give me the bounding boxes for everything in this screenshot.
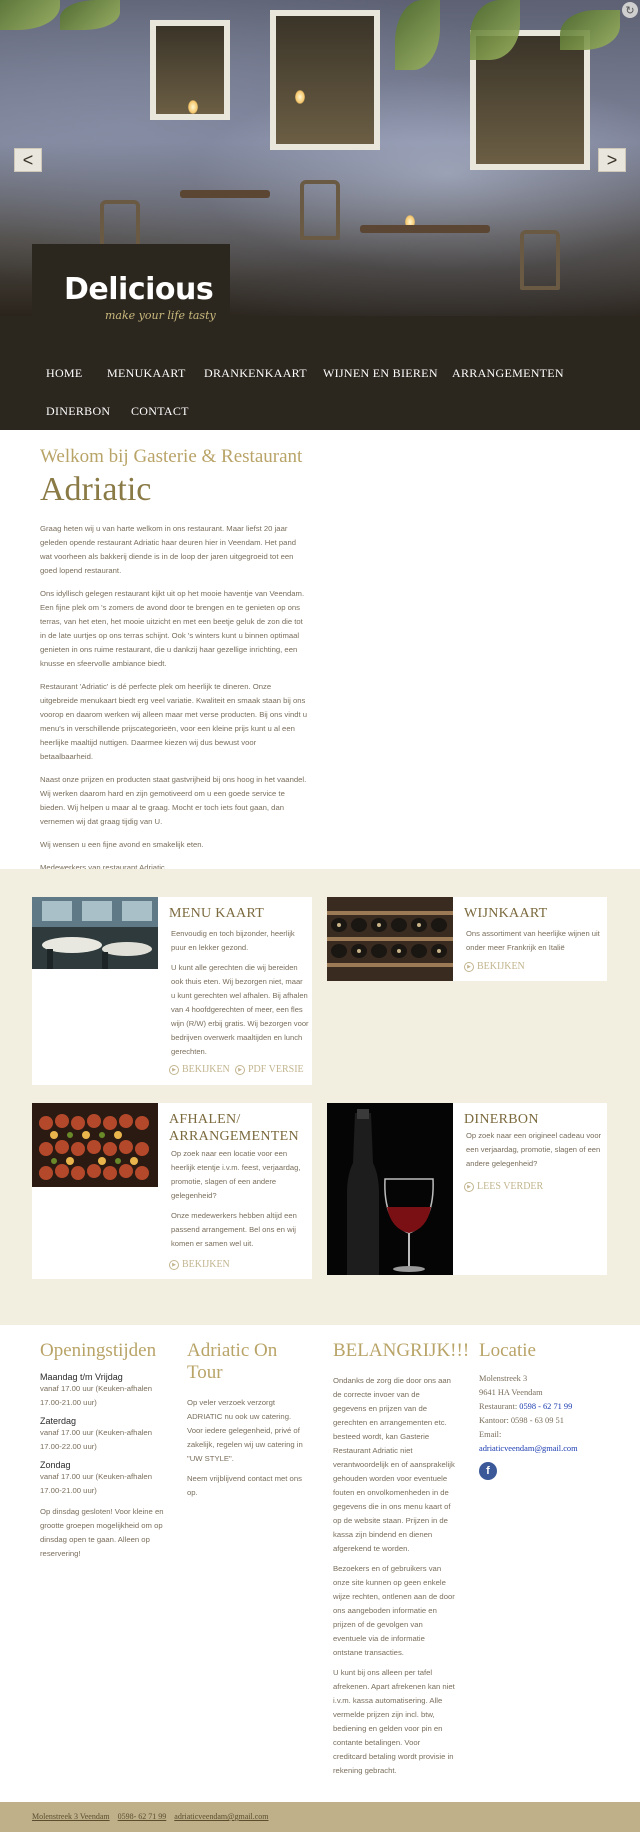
opening-day: Maandag t/m Vrijdag xyxy=(40,1372,123,1382)
opening-time: vanaf 17.00 uur (Keuken-afhalen 17.00-21… xyxy=(40,1472,152,1495)
on-tour-text: Neem vrijblijvend contact met ons op. xyxy=(187,1474,302,1497)
welcome-paragraph: Ons idyllisch gelegen restaurant kijkt u… xyxy=(40,589,305,668)
restaurant-interior-image xyxy=(32,897,158,969)
opening-day: Zondag xyxy=(40,1460,71,1470)
location-section: Locatie Molenstreek 3 9641 HA Veendam Re… xyxy=(479,1340,609,1480)
slider-prev-button[interactable]: < xyxy=(14,148,42,172)
card-title: WIJNKAART xyxy=(464,906,548,921)
logo[interactable]: Delicious make your life tasty xyxy=(32,244,230,354)
nav-item-menukaart[interactable]: MENUKAART xyxy=(107,366,186,381)
nav-item-drankenkaart[interactable]: DRANKENKAART xyxy=(204,366,307,381)
opening-hours-section: Openingstijden Maandag t/m Vrijdag vanaf… xyxy=(40,1340,166,1561)
email-label: Email: xyxy=(479,1430,502,1439)
nav-item-dinerbon[interactable]: DINERBON xyxy=(46,404,110,419)
chevron-right-icon: > xyxy=(606,149,618,170)
refresh-icon[interactable]: ↻ xyxy=(622,2,638,18)
read-more-link[interactable]: ▶ LEES VERDER xyxy=(464,1181,543,1192)
card-afhalen-arrangementen: AFHALEN/ ARRANGEMENTEN Op zoek naar een … xyxy=(32,1103,312,1279)
location-city: 9641 HA Veendam xyxy=(479,1388,543,1397)
play-icon: ▶ xyxy=(235,1064,245,1075)
location-title: Locatie xyxy=(479,1340,536,1361)
play-icon: ▶ xyxy=(169,1259,179,1270)
welcome-paragraph: Naast onze prijzen en producten staat ga… xyxy=(40,775,307,826)
card-title: AFHALEN/ ARRANGEMENTEN xyxy=(169,1112,299,1144)
facebook-icon[interactable]: f xyxy=(479,1462,497,1480)
view-menu-link[interactable]: ▶ BEKIJKEN xyxy=(169,1064,230,1075)
important-text: U kunt bij ons alleen per tafel afrekene… xyxy=(333,1668,455,1775)
wine-glass-image xyxy=(327,1103,453,1275)
important-text: Ondanks de zorg die door ons aan de corr… xyxy=(333,1376,455,1553)
email-link[interactable]: adriaticveendam@gmail.com xyxy=(479,1444,578,1453)
nav-item-contact[interactable]: CONTACT xyxy=(131,404,189,419)
opening-time: vanaf 17.00 uur (Keuken-afhalen 17.00-22… xyxy=(40,1428,152,1451)
nav-item-wijnen-en-bieren[interactable]: WIJNEN EN BIEREN xyxy=(323,366,438,381)
card-title: MENU KAART xyxy=(169,906,265,921)
skewers-image xyxy=(32,1103,158,1187)
location-street: Molenstreek 3 xyxy=(479,1374,528,1383)
welcome-paragraph: Restaurant 'Adriatic' is dé perfecte ple… xyxy=(40,682,308,761)
card-menu-kaart: MENU KAART Eenvoudig en toch bijzonder, … xyxy=(32,897,312,1085)
card-title: DINERBON xyxy=(464,1112,539,1127)
play-icon: ▶ xyxy=(169,1064,179,1075)
welcome-paragraph: Wij wensen u een fijne avond en smakelij… xyxy=(40,840,204,849)
card-description: Op zoek naar een locatie voor een heerli… xyxy=(171,1149,301,1200)
welcome-subtitle: Welkom bij Gasterie & Restaurant xyxy=(40,446,303,467)
opening-hours-title: Openingstijden xyxy=(40,1340,157,1361)
pdf-version-link[interactable]: ▶ PDF VERSIE xyxy=(235,1064,304,1075)
card-wijnkaart: WIJNKAART Ons assortiment van heerlijke … xyxy=(327,897,607,981)
logo-tagline: make your life tasty xyxy=(105,309,216,322)
important-title: BELANGRIJK!!! xyxy=(333,1340,470,1361)
card-description: U kunt alle gerechten die wij bereiden o… xyxy=(171,963,309,1056)
footer-email-link[interactable]: adriaticveendam@gmail.com xyxy=(174,1812,268,1821)
card-description: Ons assortiment van heerlijke wijnen uit… xyxy=(466,929,600,952)
on-tour-section: Adriatic On Tour Op veler verzoek verzor… xyxy=(187,1340,305,1500)
important-text: Bezoekers en of gebruikers van onze site… xyxy=(333,1564,455,1657)
welcome-section: Welkom bij Gasterie & Restaurant Adriati… xyxy=(40,430,310,875)
opening-time: vanaf 17.00 uur (Keuken-afhalen 17.00-21… xyxy=(40,1384,152,1407)
closed-note: Op dinsdag gesloten! Voor kleine en groo… xyxy=(40,1507,164,1558)
card-dinerbon: DINERBON Op zoek naar een origineel cade… xyxy=(327,1103,607,1275)
on-tour-title: Adriatic On Tour xyxy=(187,1340,278,1383)
footer: Molenstreek 3 Veendam 0598- 62 71 99 adr… xyxy=(0,1802,640,1832)
important-section: BELANGRIJK!!! Ondanks de zorg die door o… xyxy=(333,1340,470,1778)
chevron-left-icon: < xyxy=(22,149,34,170)
opening-day: Zaterdag xyxy=(40,1416,77,1426)
nav-item-home[interactable]: HOME xyxy=(46,366,83,381)
card-description: Op zoek naar een origineel cadeau voor e… xyxy=(466,1131,602,1168)
card-description: Onze medewerkers hebben altijd een passe… xyxy=(171,1211,297,1248)
restaurant-phone-link[interactable]: 0598 - 62 71 99 xyxy=(519,1402,572,1411)
office-phone: Kantoor: 0598 - 63 09 51 xyxy=(479,1416,564,1425)
slider-next-button[interactable]: > xyxy=(598,148,626,172)
welcome-paragraph: Graag heten wij u van harte welkom in on… xyxy=(40,524,297,575)
welcome-title: Adriatic xyxy=(40,471,152,508)
on-tour-text: Op veler verzoek verzorgt ADRIATIC nu oo… xyxy=(187,1398,303,1463)
view-arrangements-link[interactable]: ▶ BEKIJKEN xyxy=(169,1259,230,1270)
nav-item-arrangementen[interactable]: ARRANGEMENTEN xyxy=(452,366,564,381)
logo-name: Delicious xyxy=(64,272,214,307)
wine-bottles-image xyxy=(327,897,453,981)
footer-address-link[interactable]: Molenstreek 3 Veendam xyxy=(32,1812,110,1821)
card-description: Eenvoudig en toch bijzonder, heerlijk pu… xyxy=(171,929,295,952)
footer-phone-link[interactable]: 0598- 62 71 99 xyxy=(118,1812,167,1821)
play-icon: ▶ xyxy=(464,1181,474,1192)
play-icon: ▶ xyxy=(464,961,474,972)
restaurant-phone-line: Restaurant: 0598 - 62 71 99 xyxy=(479,1402,573,1411)
view-wine-link[interactable]: ▶ BEKIJKEN xyxy=(464,961,525,972)
